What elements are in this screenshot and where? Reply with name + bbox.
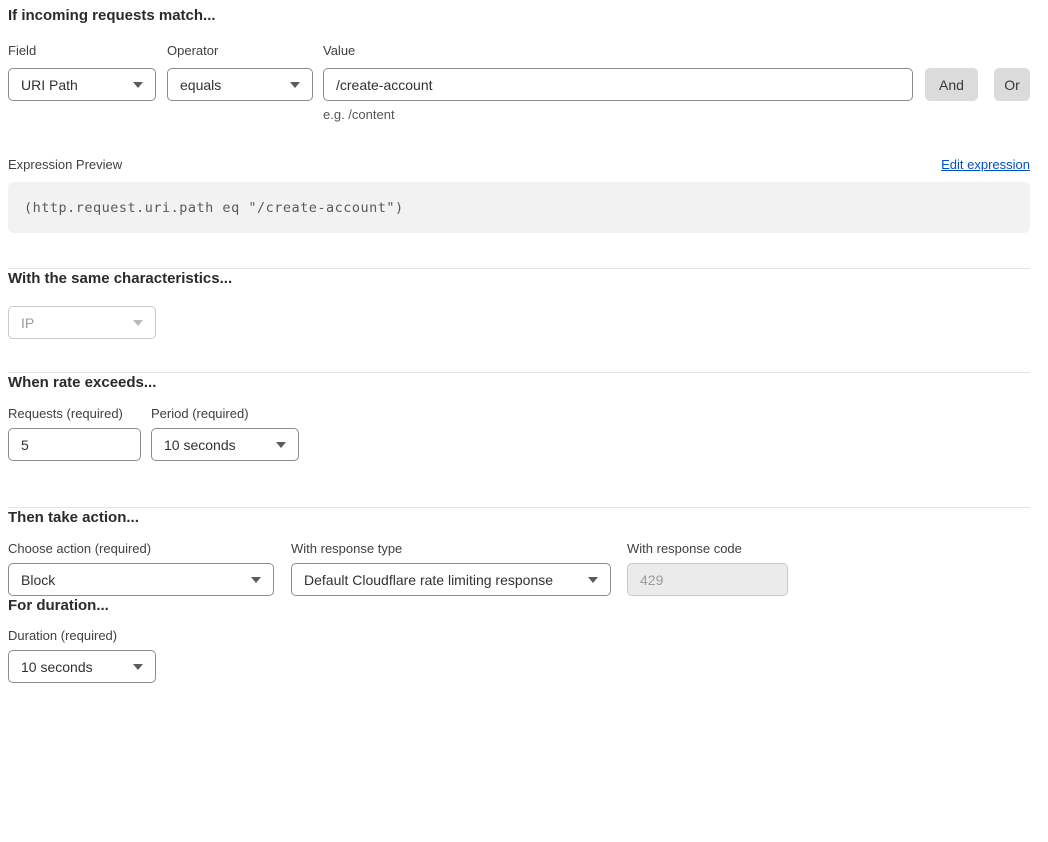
value-label: Value — [323, 43, 913, 59]
value-input[interactable] — [323, 68, 913, 101]
response-type-dropdown[interactable]: Default Cloudflare rate limiting respons… — [291, 563, 611, 596]
edit-expression-link[interactable]: Edit expression — [941, 157, 1030, 173]
operator-dropdown[interactable]: equals — [167, 68, 313, 101]
action-group: Choose action (required) Block — [8, 541, 274, 596]
response-type-dropdown-value: Default Cloudflare rate limiting respons… — [304, 572, 553, 588]
action-dropdown[interactable]: Block — [8, 563, 274, 596]
chevron-down-icon — [133, 664, 143, 670]
operator-group: Operator equals — [167, 43, 313, 101]
period-dropdown[interactable]: 10 seconds — [151, 428, 299, 461]
rate-section-heading: When rate exceeds... — [8, 373, 1030, 393]
or-button[interactable]: Or — [994, 68, 1030, 101]
duration-dropdown[interactable]: 10 seconds — [8, 650, 156, 683]
rate-limiting-rule-form: If incoming requests match... Field URI … — [0, 0, 1048, 691]
chevron-down-icon — [588, 577, 598, 583]
field-dropdown-value: URI Path — [21, 77, 78, 93]
response-code-label: With response code — [627, 541, 788, 557]
match-criteria-row: Field URI Path Operator equals Value e.g… — [8, 43, 1030, 123]
period-group: Period (required) 10 seconds — [151, 406, 299, 461]
expression-preview-box: (http.request.uri.path eq "/create-accou… — [8, 182, 1030, 233]
action-row: Choose action (required) Block With resp… — [8, 541, 1030, 596]
response-type-group: With response type Default Cloudflare ra… — [291, 541, 611, 596]
period-label: Period (required) — [151, 406, 299, 422]
duration-section-heading: For duration... — [8, 596, 1030, 616]
characteristic-dropdown-value: IP — [21, 315, 34, 331]
chevron-down-icon — [251, 577, 261, 583]
logic-buttons: And Or — [913, 68, 1030, 101]
chevron-down-icon — [133, 82, 143, 88]
response-code-input — [627, 563, 788, 596]
requests-group: Requests (required) — [8, 406, 141, 461]
action-dropdown-value: Block — [21, 572, 55, 588]
field-group: Field URI Path — [8, 43, 156, 101]
response-type-label: With response type — [291, 541, 611, 557]
requests-input[interactable] — [8, 428, 141, 461]
period-dropdown-value: 10 seconds — [164, 437, 236, 453]
expression-preview-code: (http.request.uri.path eq "/create-accou… — [24, 200, 404, 216]
characteristics-section-heading: With the same characteristics... — [8, 269, 1030, 289]
response-code-group: With response code — [627, 541, 788, 596]
value-hint: e.g. /content — [323, 107, 913, 123]
operator-label: Operator — [167, 43, 313, 59]
rate-row: Requests (required) Period (required) 10… — [8, 406, 1030, 461]
expression-preview-label: Expression Preview — [8, 157, 122, 173]
chevron-down-icon — [290, 82, 300, 88]
and-button[interactable]: And — [925, 68, 978, 101]
operator-dropdown-value: equals — [180, 77, 221, 93]
value-group: Value e.g. /content — [323, 43, 913, 123]
expression-preview-header: Expression Preview Edit expression — [8, 157, 1030, 173]
action-section-heading: Then take action... — [8, 508, 1030, 528]
match-section-heading: If incoming requests match... — [8, 6, 1030, 26]
field-label: Field — [8, 43, 156, 59]
field-dropdown[interactable]: URI Path — [8, 68, 156, 101]
duration-dropdown-value: 10 seconds — [21, 659, 93, 675]
requests-label: Requests (required) — [8, 406, 141, 422]
chevron-down-icon — [276, 442, 286, 448]
characteristic-dropdown: IP — [8, 306, 156, 339]
chevron-down-icon — [133, 320, 143, 326]
action-label: Choose action (required) — [8, 541, 274, 557]
duration-label: Duration (required) — [8, 628, 1030, 644]
